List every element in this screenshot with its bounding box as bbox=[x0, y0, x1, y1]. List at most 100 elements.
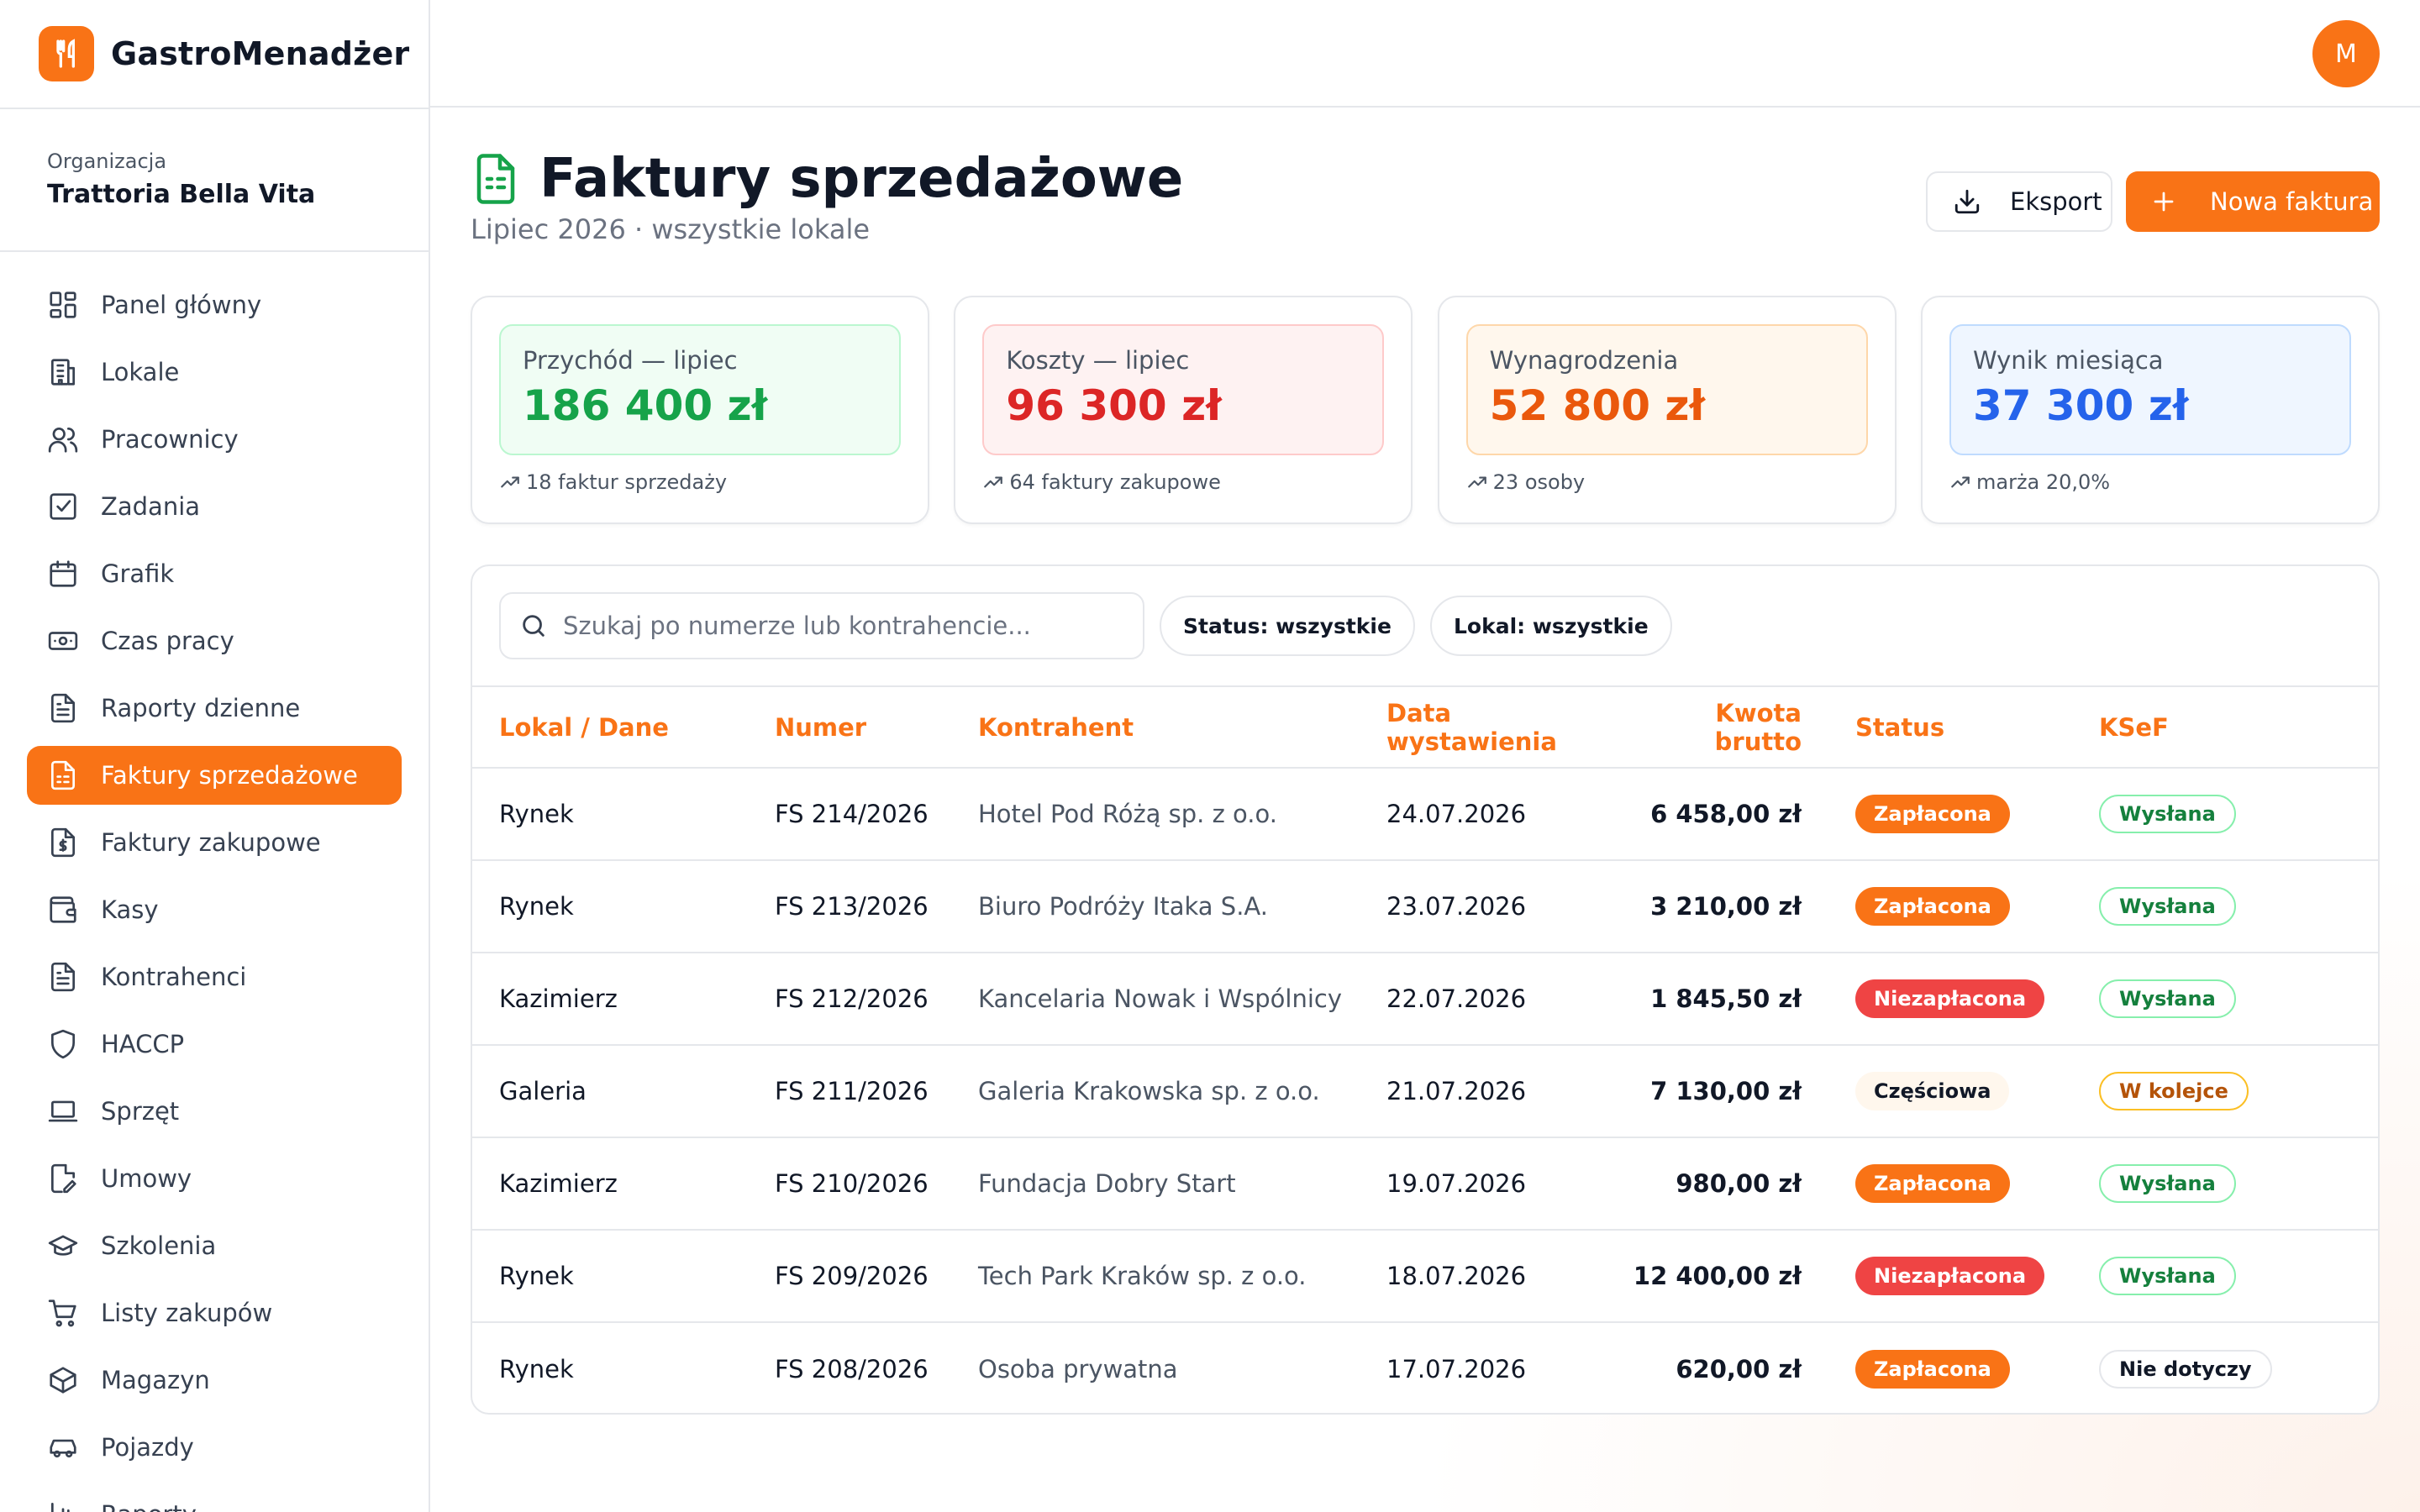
ksef-badge: Wysłana bbox=[2099, 1164, 2236, 1203]
table-row[interactable]: Rynek FS 213/2026 Biuro Podróży Itaka S.A.… bbox=[472, 860, 2378, 953]
search-input[interactable]: Szukaj po numerze lub kontrahencie... bbox=[499, 592, 1144, 659]
cell-ksef: W kolejce bbox=[2099, 1045, 2378, 1138]
sidebar-item-umowy[interactable]: Umowy bbox=[27, 1149, 402, 1208]
sidebar-item-kontrahenci[interactable]: Kontrahenci bbox=[27, 948, 402, 1006]
cell-ksef: Wysłana bbox=[2099, 768, 2378, 861]
cell-status: Niezapłacona bbox=[1855, 953, 2099, 1046]
cell-data: 18.07.2026 bbox=[1386, 1230, 1622, 1323]
table-header-row: Lokal / Dane Numer Kontrahent Data wysta… bbox=[472, 687, 2378, 769]
cell-ksef: Nie dotyczy bbox=[2099, 1322, 2378, 1413]
sidebar-item-faktury-sprzedazowe[interactable]: Faktury sprzedażowe bbox=[27, 746, 402, 805]
sidebar-item-label: Magazyn bbox=[101, 1366, 210, 1394]
sidebar-item-haccp[interactable]: HACCP bbox=[27, 1015, 402, 1074]
cell-numer[interactable]: FS 209/2026 bbox=[775, 1230, 978, 1323]
cell-numer[interactable]: FS 213/2026 bbox=[775, 860, 978, 953]
sidebar-item-kasy[interactable]: Kasy bbox=[27, 880, 402, 939]
avatar[interactable]: M bbox=[2312, 20, 2380, 87]
column-header-numer[interactable]: Numer bbox=[775, 687, 978, 769]
cell-numer[interactable]: FS 212/2026 bbox=[775, 953, 978, 1046]
sidebar-item-listy[interactable]: Listy zakupów bbox=[27, 1284, 402, 1342]
table-body: Rynek FS 214/2026 Hotel Pod Różą sp. z o.o… bbox=[472, 768, 2378, 1413]
table-row[interactable]: Rynek FS 208/2026 Osoba prywatna 17.07.2026… bbox=[472, 1322, 2378, 1413]
kpi-footnote: 64 faktury zakupowe bbox=[982, 470, 1384, 494]
column-header-status[interactable]: Status bbox=[1855, 687, 2099, 769]
lokal-filter-chip[interactable]: Lokal: wszystkie bbox=[1429, 596, 1672, 656]
sidebar-item-raporty2[interactable]: Raporty bbox=[27, 1485, 402, 1512]
cell-lokal: Rynek bbox=[499, 1354, 574, 1383]
sidebar-item-magazyn[interactable]: Magazyn bbox=[27, 1351, 402, 1410]
search-icon bbox=[523, 615, 544, 637]
app-name: GastroMenadżer bbox=[111, 35, 410, 72]
table-row[interactable]: Rynek FS 214/2026 Hotel Pod Różą sp. z o.o… bbox=[472, 768, 2378, 861]
kpi-label: Koszty — lipiec bbox=[1006, 346, 1190, 375]
brand[interactable]: GastroMenadżer bbox=[0, 0, 429, 109]
sidebar-item-szkolenia[interactable]: Szkolenia bbox=[27, 1216, 402, 1275]
status-filter-chip[interactable]: Status: wszystkie bbox=[1160, 596, 1415, 656]
sidebar-item-lokale[interactable]: Lokale bbox=[27, 343, 402, 402]
table-row[interactable]: Galeria FS 211/2026 Galeria Krakowska sp. … bbox=[472, 1045, 2378, 1138]
column-header-kwota[interactable]: Kwota brutto bbox=[1622, 687, 1855, 769]
column-header-ksef[interactable]: KSeF bbox=[2099, 687, 2378, 769]
kpi-label: Wynik miesiąca bbox=[1972, 346, 2164, 375]
column-header-lokal[interactable]: Lokal / Dane bbox=[472, 687, 775, 769]
kpi-highlight: Koszty — lipiec 96 300 zł bbox=[982, 324, 1385, 455]
sidebar-item-label: Faktury zakupowe bbox=[101, 828, 321, 857]
cell-numer[interactable]: FS 214/2026 bbox=[775, 768, 978, 861]
column-header-kontrahent[interactable]: Kontrahent bbox=[978, 687, 1386, 769]
banknote-icon bbox=[48, 632, 78, 650]
sidebar-item-czas[interactable]: Czas pracy bbox=[27, 612, 402, 670]
table-row[interactable]: Kazimierz FS 210/2026 Fundacja Dobry Start… bbox=[472, 1137, 2378, 1231]
cell-ksef: Wysłana bbox=[2099, 860, 2378, 953]
cell-lokal: Galeria bbox=[472, 1045, 775, 1138]
table-row[interactable]: Rynek FS 209/2026 Tech Park Kraków sp. z o… bbox=[472, 1230, 2378, 1323]
sidebar-item-faktury-zakupowe[interactable]: Faktury zakupowe bbox=[27, 813, 402, 872]
cell-kwota: 6 458,00 zł bbox=[1622, 768, 1855, 861]
kpi-footnote: 18 faktur sprzedaży bbox=[499, 470, 901, 494]
sidebar-item-sprzet[interactable]: Sprzęt bbox=[27, 1082, 402, 1141]
sidebar-item-pojazdy[interactable]: Pojazdy bbox=[27, 1418, 402, 1477]
sidebar-item-grafik[interactable]: Grafik bbox=[27, 544, 402, 603]
kpi-footnote-text: marża 20,0% bbox=[1975, 470, 2111, 494]
cell-numer[interactable]: FS 208/2026 bbox=[775, 1322, 978, 1413]
cell-status: Zapłacona bbox=[1855, 1322, 2099, 1413]
org-name: Trattoria Bella Vita bbox=[47, 180, 316, 209]
sidebar-item-zadania[interactable]: Zadania bbox=[27, 477, 402, 536]
status-badge: Zapłacona bbox=[1855, 887, 2010, 926]
cell-kwota: 620,00 zł bbox=[1676, 1354, 1802, 1383]
page-subtitle: Lipiec 2026 · wszystkie lokale bbox=[471, 213, 871, 245]
new-invoice-button[interactable]: Nowa faktura bbox=[2126, 171, 2380, 232]
page-header: Faktury sprzedażowe Lipiec 2026 · wszyst… bbox=[471, 108, 2380, 296]
invoice-icon bbox=[476, 154, 515, 204]
org-label: Organizacja bbox=[47, 150, 167, 173]
cell-lokal: Rynek bbox=[472, 768, 775, 861]
column-header-data[interactable]: Data wystawienia bbox=[1386, 687, 1622, 769]
ksef-badge: Nie dotyczy bbox=[2099, 1349, 2272, 1389]
export-label: Eksport bbox=[2010, 187, 2102, 216]
contract-icon bbox=[50, 1163, 76, 1194]
table-row[interactable]: Kazimierz FS 212/2026 Kancelaria Nowak i W… bbox=[472, 953, 2378, 1046]
box-icon bbox=[50, 1367, 76, 1394]
page-title: Faktury sprzedażowe bbox=[539, 148, 1184, 210]
sidebar-item-panel[interactable]: Panel główny bbox=[27, 276, 402, 334]
cell-kontrahent: Fundacja Dobry Start bbox=[978, 1137, 1386, 1231]
sidebar-item-raporty[interactable]: Raporty dzienne bbox=[27, 679, 402, 738]
cell-status: Zapłacona bbox=[1855, 860, 2099, 953]
trend-up-icon bbox=[501, 476, 519, 488]
filters-bar: Szukaj po numerze lub kontrahencie... St… bbox=[472, 566, 2378, 687]
organization[interactable]: Organizacja Trattoria Bella Vita bbox=[0, 109, 429, 252]
sidebar-item-pracownicy[interactable]: Pracownicy bbox=[27, 410, 402, 469]
graduation-cap-icon bbox=[48, 1235, 78, 1256]
cell-numer[interactable]: FS 211/2026 bbox=[775, 1045, 978, 1138]
kpi-card: Wynik miesiąca 37 300 zł marża 20,0% bbox=[1920, 296, 2380, 524]
kpi-value: 37 300 zł bbox=[1972, 381, 2189, 430]
car-icon bbox=[50, 1439, 76, 1458]
invoice-table: Lokal / Dane Numer Kontrahent Data wysta… bbox=[472, 687, 2378, 1413]
cell-numer[interactable]: FS 210/2026 bbox=[775, 1137, 978, 1231]
cell-status: Zapłacona bbox=[1855, 1137, 2099, 1231]
kpi-footnote-text: 23 osoby bbox=[1492, 470, 1586, 494]
cell-kontrahent: Kancelaria Nowak i Wspólnicy bbox=[978, 953, 1386, 1046]
export-button[interactable]: Eksport bbox=[1926, 171, 2112, 232]
status-badge: Częściowa bbox=[1855, 1072, 2010, 1110]
sidebar-item-label: Panel główny bbox=[101, 291, 262, 319]
cell-kwota: 1 845,50 zł bbox=[1622, 953, 1855, 1046]
